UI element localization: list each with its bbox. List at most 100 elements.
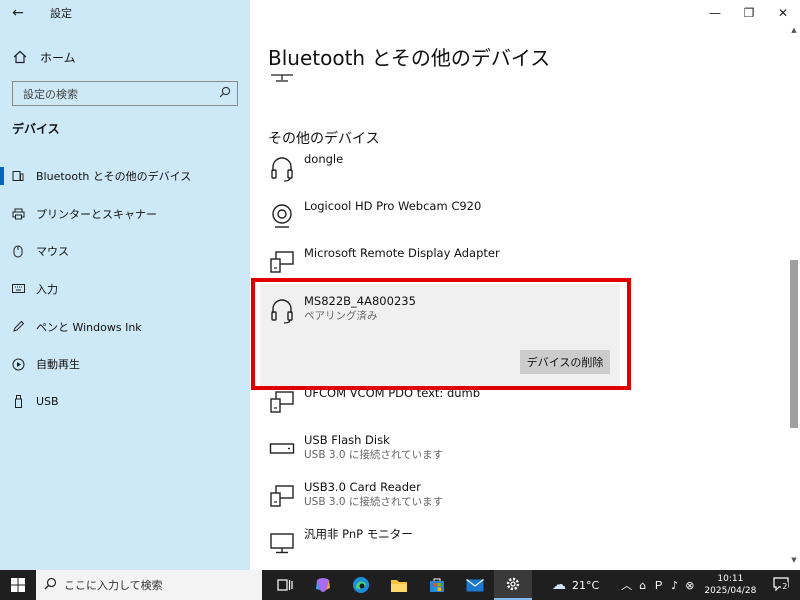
maximize-button[interactable]: ❐ bbox=[732, 0, 766, 26]
weather-widget[interactable]: ☁ 21°C bbox=[552, 577, 599, 593]
monitor-icon bbox=[260, 527, 304, 574]
monitor-icon bbox=[270, 70, 294, 84]
file-explorer-button[interactable] bbox=[380, 570, 418, 600]
webcam-icon bbox=[260, 199, 304, 246]
mute-icon[interactable]: ⊗ bbox=[685, 579, 694, 592]
window-controls: — ❐ ✕ bbox=[698, 0, 800, 26]
back-button[interactable]: ← bbox=[0, 0, 36, 26]
device-name: Microsoft Remote Display Adapter bbox=[304, 246, 500, 260]
sidebar-item-autoplay[interactable]: 自動再生 bbox=[0, 345, 250, 383]
page-title: Bluetooth とその他のデバイス bbox=[268, 46, 551, 70]
device-status: USB 3.0 に接続されています bbox=[304, 496, 444, 508]
cloud-icon: ☁ bbox=[552, 577, 566, 593]
settings-app-button[interactable] bbox=[494, 570, 532, 600]
sidebar-item-label: ペンと Windows Ink bbox=[36, 320, 142, 334]
nav-list: Bluetooth とその他のデバイス プリンターとスキャナー マウス 入力 ペ… bbox=[0, 157, 250, 421]
mouse-icon bbox=[0, 245, 36, 258]
sidebar-item-label: Bluetooth とその他のデバイス bbox=[36, 169, 192, 183]
minimize-button[interactable]: — bbox=[698, 0, 732, 26]
clock-time: 10:11 bbox=[717, 574, 744, 584]
taskbar-apps bbox=[266, 570, 532, 600]
scroll-up-icon[interactable]: ▲ bbox=[788, 26, 800, 40]
drive-icon bbox=[260, 433, 304, 480]
taskbar: ここに入力して検索 ☁ 21°C ︿ ⌂ Ｐ ♪ ⊗ 10:11 2025/04… bbox=[0, 570, 800, 600]
clock[interactable]: 10:11 2025/04/28 bbox=[704, 573, 756, 597]
scroll-thumb[interactable] bbox=[790, 260, 798, 428]
device-name: 汎用非 PnP モニター bbox=[304, 527, 413, 541]
title-bar: ← 設定 bbox=[0, 0, 250, 26]
notification-count: 2 bbox=[781, 581, 789, 591]
usb-icon bbox=[0, 395, 36, 409]
device-name: USB Flash Disk bbox=[304, 433, 390, 447]
weather-temp: 21°C bbox=[572, 578, 600, 592]
folder-icon bbox=[391, 579, 407, 592]
headset-icon bbox=[260, 152, 304, 199]
home-label: ホーム bbox=[40, 50, 76, 65]
sidebar-item-usb[interactable]: USB bbox=[0, 383, 250, 421]
sidebar-item-label: プリンターとスキャナー bbox=[36, 207, 157, 221]
copilot-icon bbox=[316, 578, 330, 592]
sidebar-item-input[interactable]: 入力 bbox=[0, 270, 250, 308]
device-status: USB 3.0 に接続されています bbox=[304, 449, 444, 461]
keyboard-icon bbox=[0, 284, 36, 294]
sidebar-item-bluetooth[interactable]: Bluetooth とその他のデバイス bbox=[0, 157, 250, 195]
start-button[interactable] bbox=[0, 570, 36, 600]
system-tray: ︿ ⌂ Ｐ ♪ ⊗ bbox=[621, 577, 694, 593]
device-item[interactable]: Logicool HD Pro Webcam C920 bbox=[260, 199, 770, 246]
sidebar-item-label: USB bbox=[36, 395, 59, 409]
printer-icon bbox=[0, 208, 36, 220]
sidebar-item-mouse[interactable]: マウス bbox=[0, 232, 250, 270]
ime-icon[interactable]: Ｐ bbox=[653, 577, 664, 593]
edge-icon bbox=[353, 577, 369, 593]
clock-date: 2025/04/28 bbox=[704, 586, 757, 596]
device-name: USB3.0 Card Reader bbox=[304, 480, 421, 494]
device-item[interactable]: USB3.0 Card Reader USB 3.0 に接続されています bbox=[260, 480, 770, 527]
device-item[interactable]: USB Flash Disk USB 3.0 に接続されています bbox=[260, 433, 770, 480]
bluetooth-devices-icon bbox=[0, 170, 36, 182]
generic-device-icon bbox=[260, 386, 304, 433]
taskbar-search[interactable]: ここに入力して検索 bbox=[36, 570, 262, 600]
scrollbar[interactable]: ▲ ▼ bbox=[788, 26, 800, 570]
gear-icon bbox=[506, 577, 520, 591]
home-link[interactable]: ホーム bbox=[0, 44, 250, 70]
copilot-button[interactable] bbox=[304, 570, 342, 600]
sidebar-item-label: マウス bbox=[36, 245, 69, 259]
mail-icon bbox=[466, 578, 484, 591]
device-item[interactable]: dongle bbox=[260, 152, 770, 199]
windows-logo-icon bbox=[11, 578, 25, 592]
generic-device-icon bbox=[260, 480, 304, 527]
sidebar-item-printers[interactable]: プリンターとスキャナー bbox=[0, 195, 250, 233]
search-icon[interactable] bbox=[213, 86, 237, 101]
device-item[interactable]: 汎用非 PnP モニター bbox=[260, 527, 770, 574]
notification-button[interactable]: 2 bbox=[770, 576, 792, 594]
highlight-box bbox=[251, 278, 631, 390]
taskbar-search-input[interactable]: ここに入力して検索 bbox=[64, 577, 163, 593]
pen-icon bbox=[0, 320, 36, 333]
search-icon bbox=[36, 577, 64, 594]
settings-search[interactable]: 設定の検索 bbox=[12, 81, 238, 106]
scroll-down-icon[interactable]: ▼ bbox=[788, 556, 800, 570]
edge-button[interactable] bbox=[342, 570, 380, 600]
sidebar-item-pen[interactable]: ペンと Windows Ink bbox=[0, 308, 250, 346]
chevron-up-icon[interactable]: ︿ bbox=[621, 577, 632, 593]
home-icon bbox=[0, 50, 40, 64]
sidebar: ← 設定 ホーム 設定の検索 デバイス Bluetooth とその他のデバイス … bbox=[0, 0, 250, 570]
section-title-other-devices: その他のデバイス bbox=[268, 131, 380, 147]
task-view-button[interactable] bbox=[266, 570, 304, 600]
close-button[interactable]: ✕ bbox=[766, 0, 800, 26]
store-button[interactable] bbox=[418, 570, 456, 600]
mail-button[interactable] bbox=[456, 570, 494, 600]
sidebar-item-label: 自動再生 bbox=[36, 358, 80, 372]
back-arrow-icon: ← bbox=[12, 5, 24, 21]
task-view-icon bbox=[277, 579, 293, 591]
search-input[interactable]: 設定の検索 bbox=[13, 86, 213, 102]
device-item[interactable]: UFCOM VCOM PDO text: dumb bbox=[260, 386, 770, 433]
autoplay-icon bbox=[0, 358, 36, 371]
network-icon[interactable]: ⌂ bbox=[639, 579, 646, 592]
volume-icon[interactable]: ♪ bbox=[671, 579, 678, 592]
device-name: Logicool HD Pro Webcam C920 bbox=[304, 199, 482, 213]
main-pane: — ❐ ✕ Bluetooth とその他のデバイス その他のデバイス dongl… bbox=[250, 0, 800, 570]
app-title: 設定 bbox=[50, 7, 72, 20]
store-icon bbox=[430, 578, 444, 592]
section-header-devices: デバイス bbox=[12, 122, 60, 136]
